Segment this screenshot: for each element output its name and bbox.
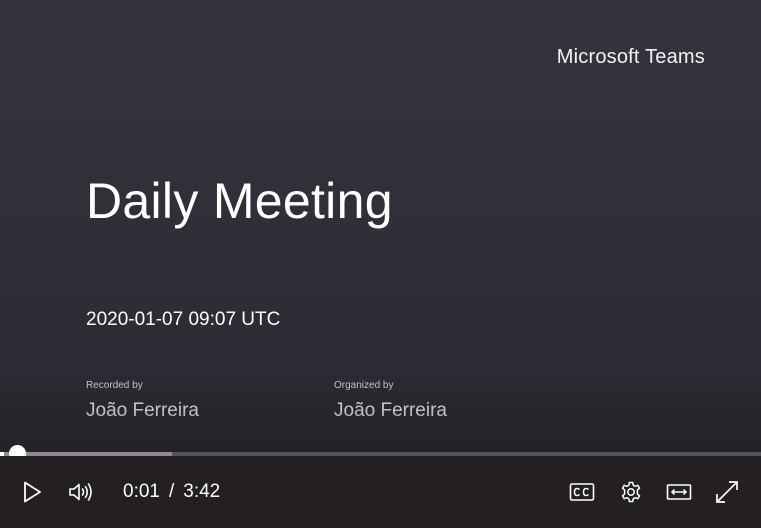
volume-icon — [69, 483, 92, 501]
fullscreen-button[interactable] — [713, 478, 741, 506]
gear-icon — [621, 481, 641, 503]
recorded-by-name: João Ferreira — [86, 400, 199, 421]
play-button[interactable] — [18, 478, 46, 506]
recorded-by-label: Recorded by — [86, 380, 143, 391]
organized-by-name: João Ferreira — [334, 400, 447, 421]
brand-label: Microsoft Teams — [556, 46, 705, 68]
organized-by: Organized by João Ferreira — [334, 380, 447, 422]
settings-button[interactable] — [617, 478, 645, 506]
organized-by-label: Organized by — [334, 380, 394, 391]
duration: 3:42 — [183, 481, 221, 502]
control-bar: 0:01 / 3:42 — [0, 456, 761, 528]
fullscreen-icon — [716, 481, 738, 503]
meeting-title: Daily Meeting — [86, 173, 393, 229]
current-time: 0:01 — [123, 481, 160, 502]
closed-captions-icon — [569, 483, 595, 501]
captions-button[interactable] — [568, 478, 596, 506]
time-separator: / — [168, 481, 175, 502]
video-player[interactable]: Microsoft Teams Daily Meeting 2020-01-07… — [0, 0, 761, 528]
theater-mode-icon — [666, 484, 692, 500]
meeting-datetime: 2020-01-07 09:07 UTC — [86, 309, 281, 330]
recorded-by: Recorded by João Ferreira — [86, 380, 199, 422]
theater-mode-button[interactable] — [665, 478, 693, 506]
volume-button[interactable] — [67, 478, 95, 506]
video-frame[interactable]: Microsoft Teams Daily Meeting 2020-01-07… — [0, 0, 761, 455]
play-icon — [24, 481, 41, 503]
time-display: 0:01 / 3:42 — [123, 481, 220, 503]
